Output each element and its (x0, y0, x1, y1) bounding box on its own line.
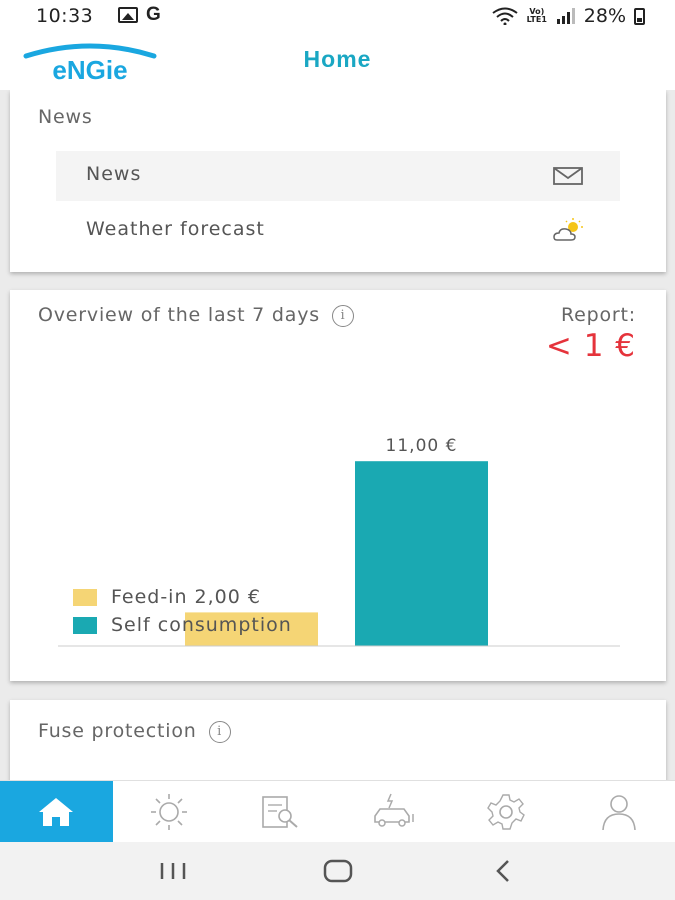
status-left-icons: G (118, 4, 161, 25)
page-title: Home (303, 46, 372, 72)
recent-apps-icon (160, 863, 185, 879)
nav-settings[interactable] (450, 781, 563, 843)
signal-icon (556, 8, 575, 24)
nav-home[interactable] (0, 781, 113, 843)
ev-car-icon (373, 793, 414, 827)
google-notification-icon: G (146, 4, 161, 25)
gear-icon (487, 794, 526, 830)
legend-label-feed-in: Feed-in 2,00 € (111, 586, 261, 608)
home-content[interactable]: News News Weather forecast Overview of t… (0, 90, 675, 780)
recent-apps-button[interactable] (153, 856, 193, 886)
legend-swatch-self-consumption (73, 616, 97, 634)
legend-label-self-consumption: Self consumption (111, 614, 292, 636)
home-system-button[interactable] (318, 856, 358, 886)
fuse-card-title: Fuse protection i (38, 720, 231, 743)
status-time: 10:33 (36, 5, 94, 27)
app-header: eNGie Home (0, 32, 675, 90)
gallery-notification-icon (118, 7, 138, 23)
mail-icon (553, 167, 583, 185)
fuse-title-text: Fuse protection (38, 720, 197, 742)
battery-icon (634, 7, 645, 25)
legend-item-self-consumption: Self consumption (73, 611, 292, 639)
bar-value-label: 11,00 € (386, 436, 458, 456)
status-right-icons: Vo) LTE1 28% (492, 5, 645, 27)
overview-card: Overview of the last 7 days i Report: < 1… (10, 290, 666, 681)
report-search-icon (262, 796, 298, 828)
volte-indicator: Vo) LTE1 (526, 7, 547, 24)
nav-production[interactable] (113, 781, 226, 843)
wifi-icon (492, 7, 518, 25)
news-card: News News Weather forecast (10, 90, 666, 272)
status-bar: 10:33 G Vo) LTE1 28% (0, 0, 675, 32)
home-icon (39, 798, 74, 826)
system-nav-bar (0, 842, 675, 900)
news-item-news[interactable]: News (56, 151, 620, 201)
news-card-title: News (38, 106, 93, 128)
weather-icon (553, 218, 583, 241)
home-system-icon (323, 859, 352, 883)
info-icon[interactable]: i (208, 720, 231, 743)
legend-item-feed-in: Feed-in 2,00 € (73, 583, 292, 611)
news-item-label: News (86, 163, 142, 185)
nav-emobility[interactable] (338, 781, 451, 843)
legend-swatch-feed-in (73, 588, 97, 606)
bar-self-consumption (355, 461, 488, 646)
news-item-label: Weather forecast (86, 218, 265, 240)
news-item-weather-forecast[interactable]: Weather forecast (56, 206, 620, 256)
back-button[interactable] (483, 856, 523, 886)
chart-legend: Feed-in 2,00 € Self consumption (73, 583, 292, 639)
sun-icon (150, 794, 187, 830)
back-icon (495, 860, 509, 882)
nav-reports[interactable] (225, 781, 338, 843)
nav-profile[interactable] (563, 781, 675, 843)
bottom-nav (0, 780, 675, 843)
fuse-protection-card: Fuse protection i (10, 700, 666, 780)
battery-percent: 28% (583, 5, 626, 27)
user-icon (601, 795, 636, 831)
